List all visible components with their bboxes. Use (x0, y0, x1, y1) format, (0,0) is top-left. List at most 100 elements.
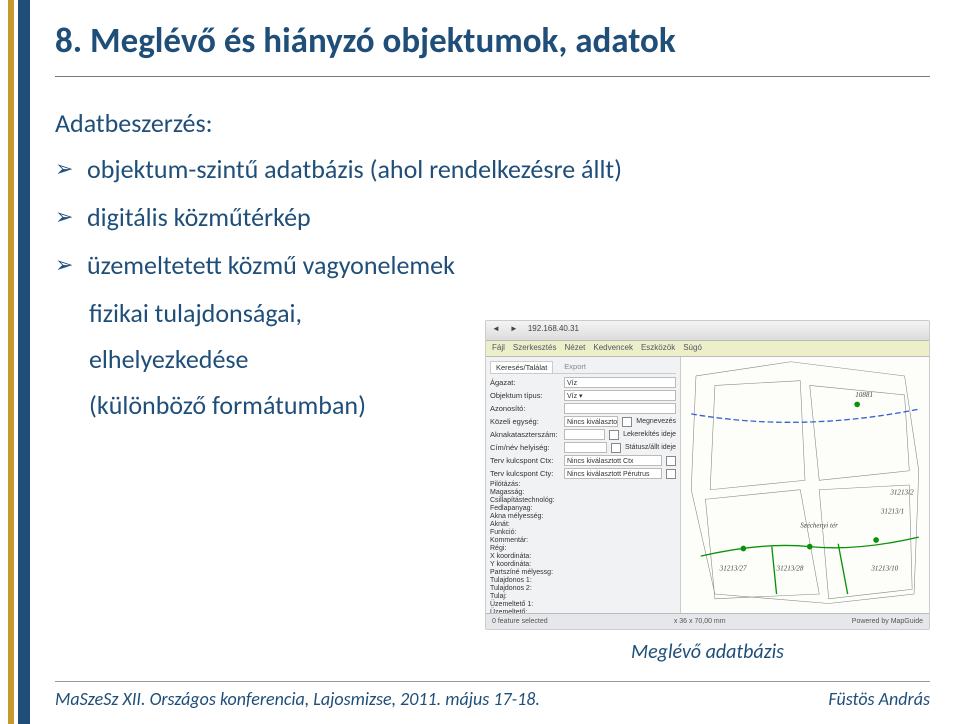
accent-band-blue (18, 0, 30, 724)
menu-item[interactable]: Kedvencek (593, 343, 633, 354)
app-main: Keresés/Találat Export Ágazat: Víz Objek… (486, 357, 929, 613)
form-row: Objektum típus: Víz ▾ (490, 390, 676, 401)
menu-item[interactable]: Eszközök (641, 343, 675, 354)
menu-item[interactable]: Fájl (492, 343, 505, 354)
bullet-marker: ➢ (55, 249, 75, 281)
check-label: Státusz/állt ideje (625, 444, 676, 451)
map-label-parcel: 31213/1 (880, 507, 904, 515)
bullet-item: ➢ digitális közműtérkép (55, 201, 930, 233)
field-label: Közeli egység: (490, 417, 560, 426)
status-selection: 0 feature selected (492, 618, 548, 625)
map-label-parcel: 31213/10 (870, 564, 898, 572)
attribute-label: Magasság: (490, 489, 560, 496)
field-value[interactable]: Víz ▾ (564, 390, 676, 401)
menu-item[interactable]: Súgó (683, 343, 702, 354)
map-canvas[interactable]: Széchenyi tér 31213/27 31213/28 31213/1 … (681, 357, 929, 613)
accent-band-gold (8, 0, 14, 724)
bullet-marker: ➢ (55, 153, 75, 185)
check-label: Megnevezés (636, 418, 676, 425)
form-row: Aknakataszterszám: Lekerekítés ideje (490, 429, 676, 440)
attribute-label: Tulajdonos 1: (490, 577, 560, 584)
field-value[interactable]: Víz (564, 377, 676, 388)
title-rule (55, 76, 930, 77)
browser-address-bar: ◄ ► 192.168.40.31 (486, 321, 929, 341)
footer: MaSzeSz XII. Országos konferencia, Lajos… (55, 681, 930, 710)
attribute-label: Fedlapanyag: (490, 505, 560, 512)
screenshot-caption: Meglévő adatbázis (485, 640, 930, 664)
form-row: Terv kulcspont Ctx: Nincs kiválasztott C… (490, 455, 676, 466)
attribute-label: Pilótázás: (490, 481, 560, 488)
slide-title: 8. Meglévő és hiányzó objektumok, adatok (55, 20, 930, 70)
attribute-label: Y koordináta: (490, 561, 560, 568)
checkbox[interactable] (666, 469, 676, 479)
attribute-label: Kommentár: (490, 537, 560, 544)
attribute-label: Funkció: (490, 529, 560, 536)
slide: 8. Meglévő és hiányzó objektumok, adatok… (0, 0, 960, 724)
field-input[interactable]: Nincs kiválasztott Ctx (564, 455, 662, 466)
status-powered: Powered by MapGuide (852, 618, 923, 625)
field-input[interactable] (564, 442, 607, 453)
menu-item[interactable]: Nézet (564, 343, 585, 354)
form-row: Közeli egység: Nincs kiválasztott Közeli… (490, 416, 676, 427)
attribute-label: Partszíné mélyessg: (490, 569, 560, 576)
form-row: Azonosító: (490, 403, 676, 414)
field-label: Azonosító: (490, 404, 560, 413)
map-label-parcel: 31213/27 (719, 564, 747, 572)
bullet-text: üzemeltetett közmű vagyonelemek (87, 249, 455, 281)
bullet-item: ➢ üzemeltetett közmű vagyonelemek (55, 249, 930, 281)
tab-search[interactable]: Keresés/Találat (490, 361, 553, 373)
form-row: Ágazat: Víz (490, 377, 676, 388)
field-input[interactable] (564, 429, 605, 440)
attribute-label: Tulajdonos 2: (490, 585, 560, 592)
bullet-marker: ➢ (55, 201, 75, 233)
attribute-label: Aknát: (490, 521, 560, 528)
checkbox[interactable] (609, 430, 619, 440)
field-label: Objektum típus: (490, 391, 560, 400)
address-url[interactable]: 192.168.40.31 (528, 324, 579, 337)
tab-export[interactable]: Export (559, 361, 591, 373)
nav-back-icon[interactable]: ◄ (492, 324, 500, 337)
bullet-item: ➢ objektum-szintű adatbázis (ahol rendel… (55, 153, 930, 185)
attribute-label: Üzemeltető: (490, 609, 560, 613)
map-label-point: 10881 (855, 391, 873, 399)
field-input[interactable]: Nincs kiválasztott Közeli egység (564, 416, 618, 427)
map-label-parcel: 31213/2 (889, 488, 914, 496)
attribute-label: Üzemeltető 1: (490, 601, 560, 608)
bullet-list: ➢ objektum-szintű adatbázis (ahol rendel… (55, 153, 930, 281)
form-row: Terv kulcspont Cty: Nincs kiválasztott P… (490, 468, 676, 479)
attribute-label: Csillapítástechnológ: (490, 497, 560, 504)
gis-screenshot: Réteg Kapcsoló Térkép-mód: Normál ◄ ► 19… (485, 320, 930, 630)
attribute-label: Tulaj: (490, 593, 560, 600)
attribute-list: Pilótázás:Magasság:Csillapítástechnológ:… (490, 481, 676, 613)
attribute-label: X koordináta: (490, 553, 560, 560)
checkbox[interactable] (666, 456, 676, 466)
nav-fwd-icon[interactable]: ► (510, 324, 518, 337)
form-row: Cím/név helyiség: Státusz/állt ideje (490, 442, 676, 453)
field-label: Cím/név helyiség: (490, 443, 560, 452)
browser-menu: Fájl Szerkesztés Nézet Kedvencek Eszközö… (486, 341, 929, 357)
lead-line: Adatbeszerzés: (55, 107, 930, 139)
attribute-label: Akna mélyesség: (490, 513, 560, 520)
status-coords: x 36 x 70,00 mm (674, 618, 726, 625)
map-label-street: Széchenyi tér (800, 522, 838, 530)
check-label: Lekerekítés ideje (623, 431, 676, 438)
form-panel: Keresés/Találat Export Ágazat: Víz Objek… (486, 357, 681, 613)
checkbox[interactable] (611, 443, 621, 453)
bullet-text: digitális közműtérkép (87, 201, 311, 233)
footer-left: MaSzeSz XII. Országos konferencia, Lajos… (55, 688, 540, 710)
footer-right: Füstös András (828, 688, 930, 710)
field-label: Terv kulcspont Ctx: (490, 456, 560, 465)
bullet-text: objektum-szintű adatbázis (ahol rendelke… (87, 153, 622, 185)
field-label: Ágazat: (490, 378, 560, 387)
status-bar: 0 feature selected x 36 x 70,00 mm Power… (486, 613, 929, 629)
attribute-label: Régi: (490, 545, 560, 552)
field-input[interactable] (564, 403, 676, 414)
menu-item[interactable]: Szerkesztés (513, 343, 557, 354)
field-label: Terv kulcspont Cty: (490, 469, 560, 478)
field-label: Aknakataszterszám: (490, 430, 560, 439)
field-input[interactable]: Nincs kiválasztott Pérutrus (564, 468, 662, 479)
checkbox[interactable] (622, 417, 632, 427)
map-svg: Széchenyi tér 31213/27 31213/28 31213/1 … (681, 357, 929, 613)
form-tabs: Keresés/Találat Export (490, 361, 676, 374)
map-label-parcel: 31213/28 (776, 564, 804, 572)
